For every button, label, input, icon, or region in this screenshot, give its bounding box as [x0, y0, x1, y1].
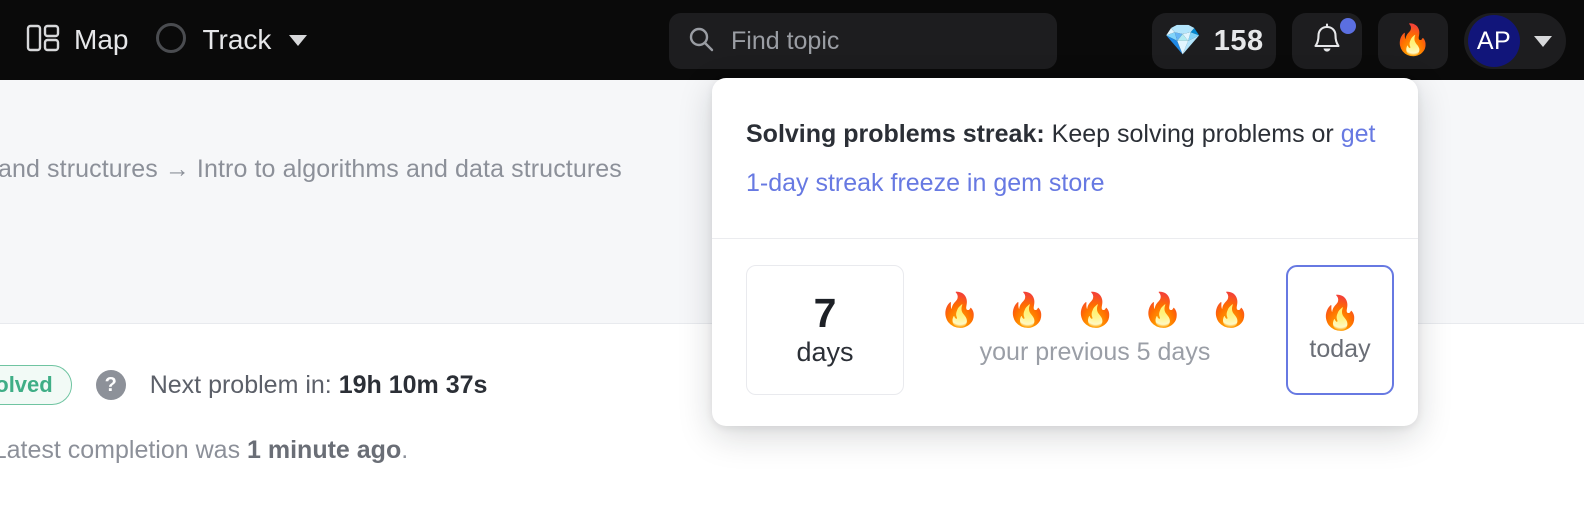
previous-days-label: your previous 5 days [979, 338, 1211, 366]
status-badge: day solved [0, 365, 72, 405]
breadcrumb-arrow-icon: → [164, 155, 190, 183]
header-nav: Map Track [0, 21, 308, 60]
circle-outline-icon [154, 21, 188, 60]
today-label: today [1309, 335, 1371, 363]
latest-completion-row: m. Latest completion was 1 minute ago. [0, 436, 408, 465]
nav-item-map[interactable]: Map [26, 22, 128, 59]
streak-days-number: 7 [813, 289, 837, 336]
status-row: day solved ? Next problem in: 19h 10m 37… [0, 365, 487, 405]
latest-completion-label: m. Latest completion was [0, 436, 241, 464]
chevron-down-icon [289, 34, 308, 46]
search-icon [687, 25, 715, 58]
next-problem-label: Next problem in: [149, 370, 332, 399]
flame-icon: 🔥 [1074, 291, 1116, 328]
previous-days-block: 🔥 🔥 🔥 🔥 🔥 your previous 5 days [934, 293, 1256, 367]
breadcrumb: and structures → Intro to algorithms and d… [0, 155, 758, 184]
streak-popup-message: Solving problems streak: Keep solving pr… [746, 110, 1384, 208]
streak-days-card: 7 days [746, 265, 904, 395]
header-actions: 💎 158 🔥 AP [1152, 13, 1566, 69]
help-icon[interactable]: ? [95, 370, 126, 400]
streak-popup-body: Keep solving problems or [1044, 120, 1341, 148]
latest-completion-suffix: . [401, 436, 409, 464]
flame-icon: 🔥 [1209, 291, 1251, 328]
streak-button[interactable]: 🔥 [1378, 13, 1448, 69]
latest-completion-value: 1 minute ago [247, 436, 402, 464]
nav-item-map-label: Map [74, 24, 129, 55]
search-input[interactable] [731, 26, 1031, 56]
today-card: 🔥 today [1286, 265, 1394, 395]
flame-icon: 🔥 [1142, 291, 1184, 328]
streak-days-label: days [796, 337, 854, 368]
flame-icon: 🔥 [939, 291, 981, 328]
top-header: Map Track Find topic 💎 158 🔥 AP [0, 0, 1584, 80]
user-menu-button[interactable]: AP [1464, 13, 1566, 69]
previous-days-flames: 🔥 🔥 🔥 🔥 🔥 [939, 293, 1251, 326]
gem-icon: 💎 [1164, 24, 1202, 57]
gem-count: 158 [1213, 24, 1264, 57]
flame-icon: 🔥 [1319, 294, 1361, 331]
flame-icon: 🔥 [1006, 291, 1048, 328]
streak-summary: 7 days 🔥 🔥 🔥 🔥 🔥 your previous 5 days 🔥 … [712, 239, 1418, 395]
search-bar[interactable] [669, 13, 1057, 69]
breadcrumb-segment-current[interactable]: Intro to algorithms and data structures [197, 155, 622, 183]
next-problem-timer: Next problem in: 19h 10m 37s [150, 371, 488, 400]
flame-icon: 🔥 [1394, 24, 1432, 57]
next-problem-value: 19h 10m 37s [338, 370, 488, 399]
breadcrumb-segment-prev[interactable]: and structures [0, 155, 158, 183]
app-root: and structures → Intro to algorithms and d… [0, 0, 1584, 528]
nav-item-track[interactable]: Track [154, 21, 308, 60]
streak-popup: Solving problems streak: Keep solving pr… [712, 78, 1418, 426]
avatar: AP [1468, 15, 1520, 67]
bell-icon [1312, 22, 1342, 60]
streak-popup-title: Solving problems streak: [746, 120, 1045, 148]
notification-unread-dot [1340, 18, 1356, 34]
streak-popup-header: Solving problems streak: Keep solving pr… [712, 78, 1418, 238]
gem-balance-button[interactable]: 💎 158 [1152, 13, 1276, 69]
dashboard-layout-icon [26, 22, 60, 59]
notifications-button[interactable] [1292, 13, 1362, 69]
chevron-down-icon [1534, 35, 1552, 47]
nav-item-track-label: Track [202, 24, 272, 55]
